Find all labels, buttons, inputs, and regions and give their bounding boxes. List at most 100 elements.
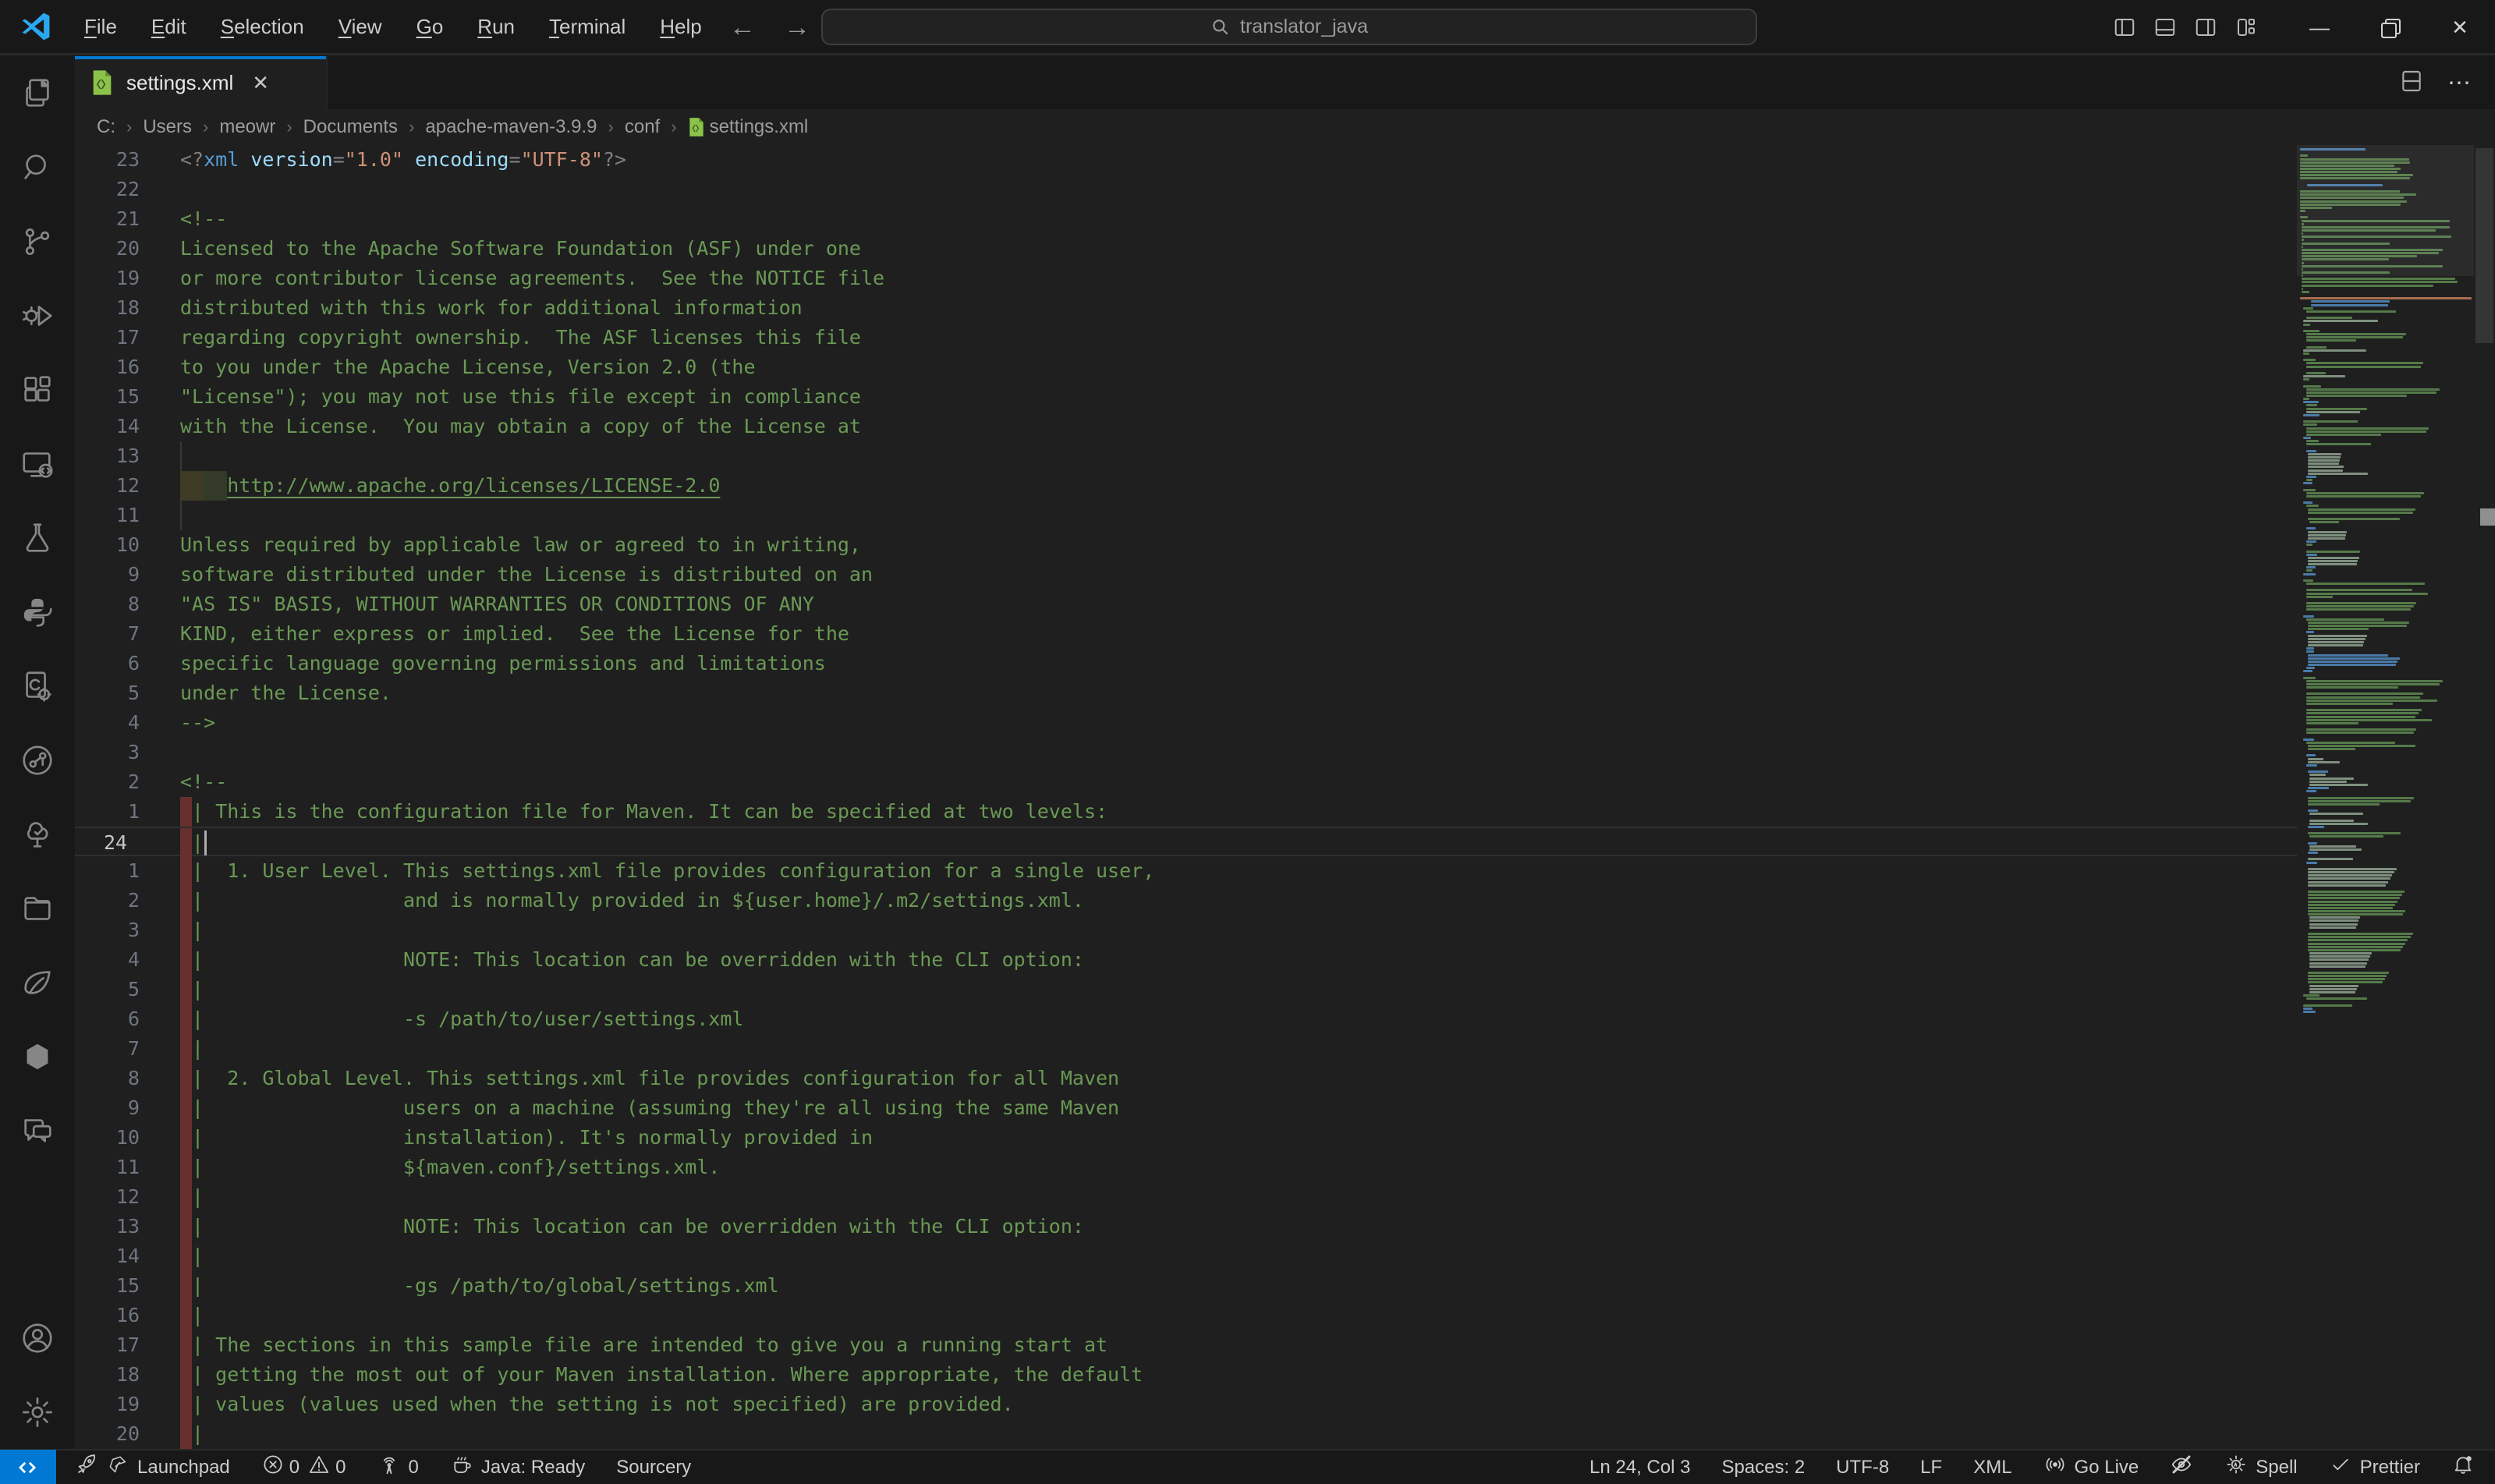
code-line[interactable]: 22 xyxy=(75,175,2297,204)
line-number[interactable]: 17 xyxy=(104,1330,140,1360)
run-debug-icon[interactable] xyxy=(0,278,75,352)
minimap-slider[interactable] xyxy=(2297,145,2474,276)
code-line[interactable]: 19or more contributor license agreements… xyxy=(75,264,2297,293)
customize-layout-icon[interactable] xyxy=(2231,12,2261,42)
tree-view-icon[interactable] xyxy=(0,797,75,871)
breadcrumb-segment[interactable]: conf xyxy=(625,116,660,138)
breadcrumb-segment[interactable]: Documents xyxy=(303,116,398,138)
scrollbar-thumb[interactable] xyxy=(2476,148,2493,343)
code-line[interactable]: 3 | xyxy=(75,916,2297,945)
toggle-sidebar-icon[interactable] xyxy=(2110,12,2139,42)
code-line[interactable]: 5under the License. xyxy=(75,678,2297,708)
code-editor[interactable]: 23<?xml version="1.0" encoding="UTF-8"?>… xyxy=(75,145,2297,1449)
code-line[interactable]: 16 | xyxy=(75,1301,2297,1330)
comments-icon[interactable] xyxy=(0,1093,75,1167)
extensions-icon[interactable] xyxy=(0,352,75,427)
code-line[interactable]: 17 | The sections in this sample file ar… xyxy=(75,1330,2297,1360)
menu-run[interactable]: Run xyxy=(463,10,529,44)
menu-file[interactable]: File xyxy=(70,10,131,44)
source-control-icon[interactable] xyxy=(0,204,75,278)
code-line[interactable]: 7KIND, either express or implied. See th… xyxy=(75,619,2297,649)
cpp-tools-icon[interactable] xyxy=(0,649,75,723)
minimap[interactable] xyxy=(2297,145,2474,1449)
code-line[interactable]: 19 | values (values used when the settin… xyxy=(75,1390,2297,1419)
code-line[interactable]: 11 xyxy=(75,501,2297,530)
line-number[interactable]: 5 xyxy=(104,678,140,708)
code-line[interactable]: 11 | ${maven.conf}/settings.xml. xyxy=(75,1153,2297,1182)
line-number[interactable]: 7 xyxy=(104,1034,140,1064)
ports-status-item[interactable]: 0 xyxy=(377,1453,419,1482)
split-editor-icon[interactable] xyxy=(2399,69,2424,97)
line-number[interactable]: 15 xyxy=(104,382,140,412)
code-line[interactable]: 14 | xyxy=(75,1241,2297,1271)
line-number[interactable]: 1 xyxy=(104,797,140,827)
hexagon-extension-icon[interactable] xyxy=(0,1019,75,1093)
project-manager-icon[interactable] xyxy=(0,871,75,945)
line-number[interactable]: 14 xyxy=(104,1241,140,1271)
line-number[interactable]: 6 xyxy=(104,1004,140,1034)
prettier-status-item[interactable]: Prettier xyxy=(2329,1453,2420,1482)
code-line[interactable]: 18distributed with this work for additio… xyxy=(75,293,2297,323)
line-number[interactable]: 13 xyxy=(104,441,140,471)
settings-gear-icon[interactable] xyxy=(0,1375,75,1449)
breadcrumb-segment[interactable]: apache-maven-3.9.9 xyxy=(425,116,597,138)
problems-status-item[interactable]: 00 xyxy=(261,1453,346,1482)
menu-selection[interactable]: Selection xyxy=(207,10,318,44)
spell-checker-status-item[interactable]: Spell xyxy=(2224,1453,2297,1482)
line-number[interactable]: 12 xyxy=(104,471,140,501)
language-mode-status-item[interactable]: XML xyxy=(1973,1457,2011,1479)
line-number[interactable]: 13 xyxy=(104,1212,140,1241)
line-number[interactable]: 4 xyxy=(104,708,140,738)
code-line[interactable]: 12 | xyxy=(75,1182,2297,1212)
line-number[interactable]: 19 xyxy=(104,1390,140,1419)
leaf-extension-icon[interactable] xyxy=(0,945,75,1019)
line-number[interactable]: 11 xyxy=(104,501,140,530)
eol-status-item[interactable]: LF xyxy=(1920,1457,1942,1479)
code-line[interactable]: 13 xyxy=(75,441,2297,471)
live-share-icon[interactable] xyxy=(0,723,75,797)
breadcrumb-segment[interactable]: meowr xyxy=(219,116,275,138)
code-line[interactable]: 6specific language governing permissions… xyxy=(75,649,2297,678)
breadcrumb-segment[interactable]: 〈〉settings.xml xyxy=(688,116,809,138)
notifications-status-item[interactable] xyxy=(2451,1453,2475,1482)
line-number[interactable]: 3 xyxy=(104,916,140,945)
menu-view[interactable]: View xyxy=(324,10,396,44)
testing-icon[interactable] xyxy=(0,501,75,575)
code-line[interactable]: 16to you under the Apache License, Versi… xyxy=(75,352,2297,382)
code-line[interactable]: 9 | users on a machine (assuming they're… xyxy=(75,1093,2297,1123)
line-number[interactable]: 3 xyxy=(104,738,140,767)
code-line[interactable]: 7 | xyxy=(75,1034,2297,1064)
line-number[interactable]: 9 xyxy=(104,560,140,590)
search-icon[interactable] xyxy=(0,130,75,204)
code-line[interactable]: 14with the License. You may obtain a cop… xyxy=(75,412,2297,441)
code-line[interactable]: 23<?xml version="1.0" encoding="UTF-8"?> xyxy=(75,145,2297,175)
line-number[interactable]: 16 xyxy=(104,352,140,382)
accounts-icon[interactable] xyxy=(0,1301,75,1375)
encoding-status-item[interactable]: UTF-8 xyxy=(1836,1457,1889,1479)
python-icon[interactable] xyxy=(0,575,75,649)
code-line[interactable]: 15"License"); you may not use this file … xyxy=(75,382,2297,412)
line-number[interactable]: 23 xyxy=(104,145,140,175)
line-number[interactable]: 24 xyxy=(104,828,140,858)
code-line[interactable]: 4--> xyxy=(75,708,2297,738)
remote-indicator[interactable] xyxy=(0,1450,56,1484)
line-number[interactable]: 19 xyxy=(104,264,140,293)
code-line[interactable]: 10 | installation). It's normally provid… xyxy=(75,1123,2297,1153)
line-number[interactable]: 20 xyxy=(104,234,140,264)
minimize-button[interactable]: — xyxy=(2284,0,2355,55)
launchpad-status-item[interactable]: Launchpad xyxy=(75,1453,230,1482)
code-line[interactable]: 12 http://www.apache.org/licenses/LICENS… xyxy=(75,471,2297,501)
indentation-status-item[interactable]: Spaces: 2 xyxy=(1721,1457,1805,1479)
line-number[interactable]: 6 xyxy=(104,649,140,678)
line-number[interactable]: 20 xyxy=(104,1419,140,1449)
tab-close-icon[interactable]: ✕ xyxy=(252,71,269,95)
cursor-position-status-item[interactable]: Ln 24, Col 3 xyxy=(1589,1457,1690,1479)
toggle-panel-icon[interactable] xyxy=(2150,12,2180,42)
line-number[interactable]: 16 xyxy=(104,1301,140,1330)
line-number[interactable]: 15 xyxy=(104,1271,140,1301)
line-number[interactable]: 10 xyxy=(104,1123,140,1153)
code-line[interactable]: 8"AS IS" BASIS, WITHOUT WARRANTIES OR CO… xyxy=(75,590,2297,619)
line-number[interactable]: 14 xyxy=(104,412,140,441)
back-icon[interactable]: ← xyxy=(725,12,760,43)
code-line[interactable]: 3 xyxy=(75,738,2297,767)
